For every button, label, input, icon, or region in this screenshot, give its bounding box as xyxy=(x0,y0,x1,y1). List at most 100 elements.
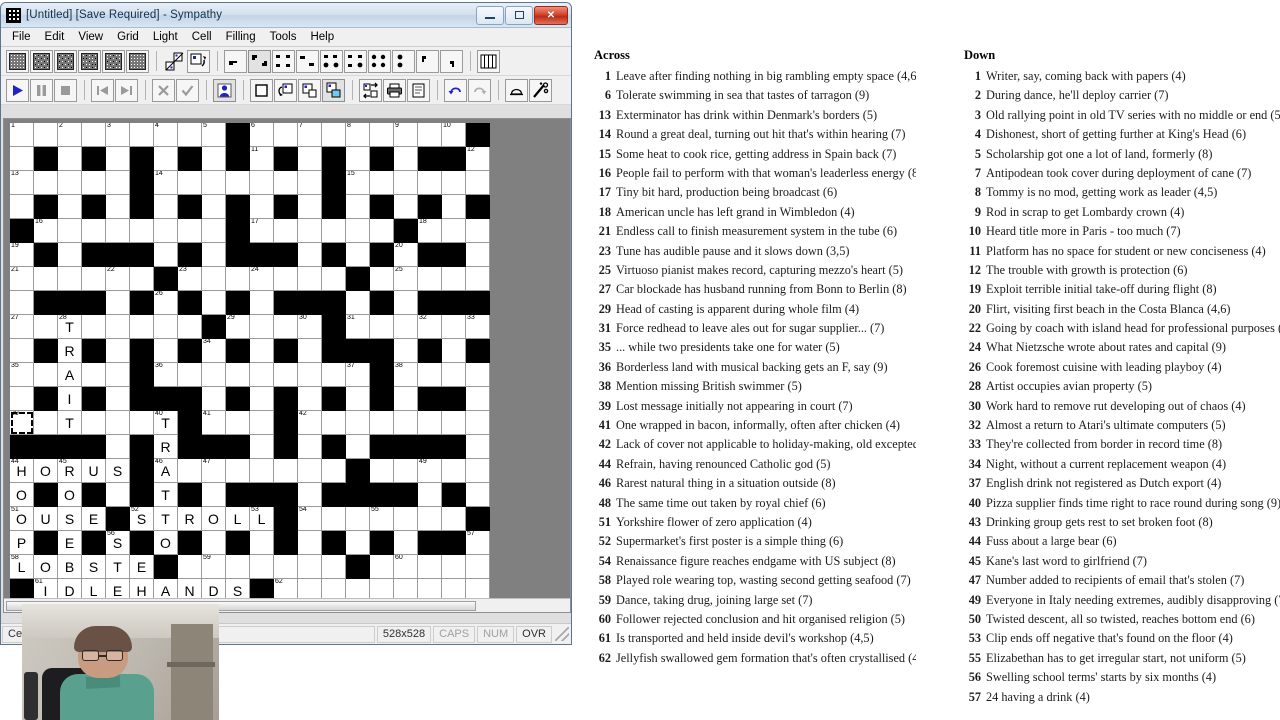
grid-cell-block[interactable] xyxy=(418,243,442,267)
grid-cell-block[interactable] xyxy=(394,483,418,507)
grid-cell[interactable]: B xyxy=(58,555,82,579)
down-clue[interactable]: 7Antipodean took cover during deployment… xyxy=(964,167,1280,180)
grid-cell-block[interactable] xyxy=(226,195,250,219)
grid-cell[interactable] xyxy=(346,531,370,555)
grid-cell[interactable]: R xyxy=(154,435,178,459)
grid-cell-block[interactable] xyxy=(322,291,346,315)
across-clue[interactable]: 17Tiny bit hard, production being broadc… xyxy=(594,186,916,199)
down-clue[interactable]: 26Cook foremost cuisine with leading pla… xyxy=(964,361,1280,374)
grid-cell-block[interactable] xyxy=(106,243,130,267)
grid-cell[interactable] xyxy=(154,219,178,243)
grid-cell-block[interactable] xyxy=(34,339,58,363)
grid-cell-block[interactable] xyxy=(82,387,106,411)
export-grid-button[interactable] xyxy=(322,79,345,102)
across-clue[interactable]: 62Jellyfish swallowed gem formation that… xyxy=(594,652,916,665)
grid-cell[interactable]: 57 xyxy=(466,531,490,555)
symmetry-corner-button[interactable] xyxy=(440,50,463,73)
grid-cell[interactable]: 28T xyxy=(58,315,82,339)
grid-cell[interactable] xyxy=(178,123,202,147)
down-clue[interactable]: 5Scholarship got one a lot of land, form… xyxy=(964,148,1280,161)
paste-grid-button[interactable] xyxy=(298,79,321,102)
across-clue[interactable]: 39Lost message initially not appearing i… xyxy=(594,400,916,413)
grid-cell[interactable]: T xyxy=(58,411,82,435)
grid-cell-block[interactable] xyxy=(82,339,106,363)
grid-cell[interactable] xyxy=(10,339,34,363)
grid-cell[interactable] xyxy=(202,243,226,267)
grid-cell[interactable] xyxy=(370,123,394,147)
grid-cell[interactable] xyxy=(442,267,466,291)
blocked-grid-4-button[interactable] xyxy=(102,50,125,73)
grid-cell[interactable] xyxy=(106,219,130,243)
across-clue[interactable]: 59Dance, taking drug, joining large set … xyxy=(594,594,916,607)
grid-cell[interactable] xyxy=(442,459,466,483)
down-clue[interactable]: 45Kane's last word to girlfriend (7) xyxy=(964,555,1280,568)
grid-cell[interactable] xyxy=(250,171,274,195)
grid-cell[interactable] xyxy=(466,267,490,291)
grid-cell[interactable] xyxy=(250,411,274,435)
grid-cell[interactable]: L xyxy=(226,507,250,531)
grid-cell-block[interactable] xyxy=(226,387,250,411)
grid-cell[interactable] xyxy=(442,195,466,219)
grid-cell[interactable] xyxy=(394,291,418,315)
down-clue[interactable]: 33They're collected from border in recor… xyxy=(964,438,1280,451)
grid-cell[interactable] xyxy=(370,171,394,195)
grid-cell-block[interactable] xyxy=(466,123,490,147)
grid-cell-block[interactable] xyxy=(274,387,298,411)
grid-cell-block[interactable] xyxy=(202,315,226,339)
grid-cell-block[interactable] xyxy=(130,435,154,459)
grid-cell[interactable]: 5 xyxy=(202,123,226,147)
grid-cell[interactable] xyxy=(34,315,58,339)
grid-cell[interactable] xyxy=(82,267,106,291)
grid-cell-block[interactable] xyxy=(130,147,154,171)
grid-cell[interactable]: E xyxy=(58,531,82,555)
down-clue[interactable]: 10Heard title more in Paris - too much (… xyxy=(964,225,1280,238)
grid-cell[interactable] xyxy=(106,363,130,387)
grid-cell[interactable]: 46A xyxy=(154,459,178,483)
grid-cell[interactable] xyxy=(250,315,274,339)
grid-cell[interactable] xyxy=(82,171,106,195)
grid-cell[interactable] xyxy=(154,243,178,267)
grid-cell[interactable] xyxy=(442,555,466,579)
grid-cell-block[interactable] xyxy=(322,243,346,267)
across-clue[interactable]: 44Refrain, having renounced Catholic god… xyxy=(594,458,916,471)
down-clue[interactable]: 22Going by coach with island head for pr… xyxy=(964,322,1280,335)
grid-cell-block[interactable] xyxy=(226,291,250,315)
grid-cell[interactable] xyxy=(346,147,370,171)
grid-cell-block[interactable] xyxy=(82,243,106,267)
across-clue[interactable]: 38Mention missing British swimmer (5) xyxy=(594,380,916,393)
grid-cell[interactable]: 14 xyxy=(154,171,178,195)
grid-cell-block[interactable] xyxy=(274,435,298,459)
grid-cell[interactable] xyxy=(58,267,82,291)
down-clue[interactable]: 50Twisted descent, all so twisted, reach… xyxy=(964,613,1280,626)
grid-cell-block[interactable] xyxy=(34,291,58,315)
grid-cell[interactable] xyxy=(370,219,394,243)
bars-button[interactable] xyxy=(477,50,500,73)
grid-cell[interactable]: 39 xyxy=(10,411,34,435)
grid-cell-block[interactable] xyxy=(346,483,370,507)
grid-cell-block[interactable] xyxy=(274,411,298,435)
grid-cell[interactable] xyxy=(250,387,274,411)
across-clue[interactable]: 36Borderless land with musical backing g… xyxy=(594,361,916,374)
grid-cell[interactable] xyxy=(178,459,202,483)
grid-cell-block[interactable] xyxy=(370,195,394,219)
grid-cell-block[interactable] xyxy=(346,339,370,363)
grid-cell[interactable]: 4 xyxy=(154,123,178,147)
grid-cell[interactable] xyxy=(418,363,442,387)
across-clue[interactable]: 61Is transported and held inside devil's… xyxy=(594,632,916,645)
across-clue[interactable]: 18American uncle has left grand in Wimbl… xyxy=(594,206,916,219)
grid-cell[interactable] xyxy=(106,147,130,171)
grid-cell[interactable] xyxy=(274,219,298,243)
grid-cell[interactable] xyxy=(346,219,370,243)
grid-cell[interactable]: 10 xyxy=(442,123,466,147)
grid-cell[interactable] xyxy=(10,387,34,411)
grid-cell[interactable]: T xyxy=(154,483,178,507)
across-clue[interactable]: 52Supermarket's first poster is a simple… xyxy=(594,535,916,548)
grid-cell[interactable] xyxy=(442,363,466,387)
down-clue[interactable]: 44Fuss about a large bear (6) xyxy=(964,535,1280,548)
grid-cell-block[interactable] xyxy=(442,243,466,267)
grid-cell[interactable]: 21 xyxy=(10,267,34,291)
across-clue[interactable]: 16People fail to perform with that woman… xyxy=(594,167,916,180)
grid-cell[interactable] xyxy=(418,411,442,435)
grid-cell[interactable]: 29 xyxy=(226,315,250,339)
grid-cell-block[interactable] xyxy=(322,435,346,459)
